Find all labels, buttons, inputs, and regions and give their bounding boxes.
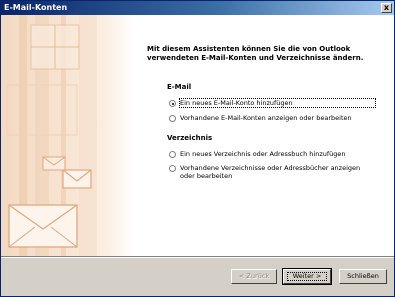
radio-button[interactable] (169, 165, 176, 172)
radio-button-selected[interactable] (169, 100, 176, 107)
title-bar[interactable]: E-Mail-Konten x (1, 1, 394, 15)
radio-add-directory-label: Ein neues Verzeichnis oder Adressbuch hi… (180, 150, 346, 158)
next-button-label: Weiter > (292, 272, 322, 280)
next-button[interactable]: Weiter > (282, 268, 332, 285)
close-button[interactable]: Schließen (339, 269, 387, 284)
back-button[interactable]: < Zurück (231, 269, 277, 284)
close-button-label: Schließen (347, 272, 379, 280)
intro-text: Mit diesem Assistenten können Sie die vo… (147, 45, 364, 62)
radio-button[interactable] (169, 115, 176, 122)
directory-group-title: Verzeichnis (167, 134, 213, 142)
envelope-art-icon (6, 15, 97, 256)
back-button-label: < Zurück (238, 272, 270, 280)
radio-button[interactable] (169, 151, 176, 158)
window-title: E-Mail-Konten (4, 3, 68, 12)
radio-add-email-account-label: Ein neues E-Mail-Konto hinzufügen (179, 98, 376, 108)
footer-separator (1, 256, 394, 258)
dialog-body: Mit diesem Assistenten können Sie die vo… (1, 15, 394, 256)
radio-view-email-accounts-label: Vorhandene E-Mail-Konten anzeigen oder b… (180, 114, 352, 122)
email-group-title: E-Mail (167, 83, 192, 91)
radio-view-directories-label: Vorhandene Verzeichnisse oder Adressbüch… (180, 164, 361, 180)
envelope-illustration (1, 15, 133, 256)
button-bar: < Zurück Weiter > Schließen (1, 256, 394, 296)
email-accounts-dialog: E-Mail-Konten x Mit diesem Assistenten k… (0, 0, 395, 297)
close-icon[interactable]: x (381, 3, 392, 13)
